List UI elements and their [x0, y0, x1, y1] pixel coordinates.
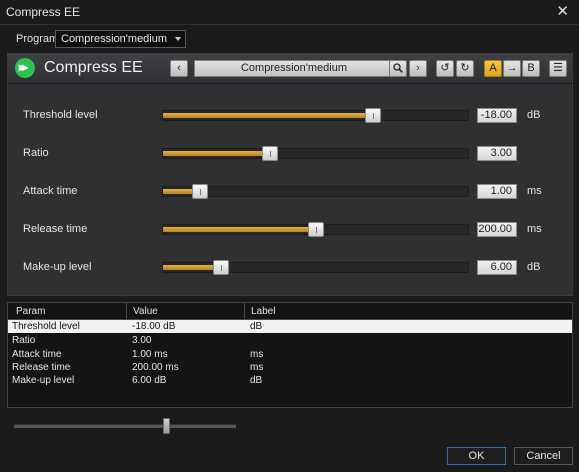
cell-value: 1.00 ms: [132, 349, 168, 360]
cell-label: dB: [250, 321, 263, 332]
cell-label: ms: [250, 349, 264, 360]
param-label: Make-up level: [23, 261, 92, 273]
cell-label: ms: [250, 362, 264, 373]
param-label: Release time: [23, 223, 88, 235]
param-unit: dB: [527, 261, 541, 273]
param-unit: dB: [527, 109, 541, 121]
arrow-right-icon: →: [506, 62, 518, 74]
bottom-slider-thumb[interactable]: [163, 418, 170, 434]
plugin-title: Compress EE: [44, 59, 143, 76]
undo-button[interactable]: ↺: [436, 60, 454, 77]
program-dropdown[interactable]: Compression'medium: [55, 30, 186, 48]
search-icon: [393, 63, 403, 73]
makeup-value-field[interactable]: 6.00: [477, 260, 517, 275]
cell-param: Make-up level: [12, 375, 75, 386]
threshold-value-field[interactable]: -18.00: [477, 108, 517, 123]
cell-param: Attack time: [12, 349, 62, 360]
menu-button[interactable]: ☰: [549, 60, 567, 77]
program-dropdown-value: Compression'medium: [61, 33, 168, 45]
attack-slider[interactable]: [162, 184, 469, 199]
cell-value: 6.00 dB: [132, 375, 167, 386]
column-header-value[interactable]: Value: [133, 306, 158, 317]
search-preset-button[interactable]: [389, 60, 407, 77]
slider-thumb[interactable]: [212, 260, 229, 275]
table-row[interactable]: Make-up level 6.00 dB dB: [8, 374, 572, 387]
previous-preset-button[interactable]: ‹: [170, 60, 188, 77]
undo-icon: ↺: [440, 62, 450, 74]
table-row[interactable]: Threshold level -18.00 dB dB: [8, 320, 572, 333]
table-row[interactable]: Ratio 3.00: [8, 334, 572, 347]
release-slider[interactable]: [162, 222, 469, 237]
table-row[interactable]: Release time 200.00 ms ms: [8, 361, 572, 374]
makeup-slider[interactable]: [162, 260, 469, 275]
preset-name-field[interactable]: Compression'medium: [194, 60, 394, 77]
slider-thumb[interactable]: [365, 108, 382, 123]
compare-a-button[interactable]: A: [484, 60, 502, 77]
param-unit: ms: [527, 223, 542, 235]
cell-param: Ratio: [12, 335, 36, 346]
param-table: Param Value Label Threshold level -18.00…: [7, 302, 573, 408]
release-value-field[interactable]: 200.00: [477, 222, 517, 237]
slider-thumb[interactable]: [191, 184, 208, 199]
param-label: Threshold level: [23, 109, 98, 121]
redo-button[interactable]: ↻: [456, 60, 474, 77]
copy-a-to-b-button[interactable]: →: [503, 60, 521, 77]
cell-value: 3.00: [132, 335, 152, 346]
hamburger-menu-icon: ☰: [553, 62, 563, 74]
cell-label: dB: [250, 375, 263, 386]
bottom-slider-track[interactable]: [14, 424, 236, 428]
compare-b-button[interactable]: B: [522, 60, 540, 77]
column-header-param[interactable]: Param: [16, 306, 45, 317]
attack-value-field[interactable]: 1.00: [477, 184, 517, 199]
ratio-slider[interactable]: [162, 146, 469, 161]
window-title: Compress EE: [6, 5, 81, 19]
redo-icon: ↻: [460, 62, 470, 74]
threshold-slider[interactable]: [162, 108, 469, 123]
slider-thumb[interactable]: [307, 222, 324, 237]
play-forward-icon: ▸▸: [15, 58, 35, 78]
cell-value: -18.00 dB: [132, 321, 176, 332]
chevron-down-icon: [175, 37, 181, 41]
cell-value: 200.00 ms: [132, 362, 179, 373]
compare-a-label: A: [489, 62, 497, 74]
plugin-header: ▸▸ Compress EE ‹ Compression'medium › ↺ …: [8, 54, 572, 84]
preset-name: Compression'medium: [240, 62, 348, 74]
chevron-left-icon: ‹: [177, 62, 181, 74]
program-label: Program: [16, 33, 59, 45]
compare-b-label: B: [527, 62, 535, 74]
slider-thumb[interactable]: [261, 146, 278, 161]
ok-button[interactable]: OK: [447, 447, 506, 465]
param-label: Ratio: [23, 147, 49, 159]
table-row[interactable]: Attack time 1.00 ms ms: [8, 348, 572, 361]
plugin-panel: ▸▸ Compress EE ‹ Compression'medium › ↺ …: [7, 53, 573, 296]
close-icon[interactable]: ✕: [556, 2, 569, 20]
param-label: Attack time: [23, 185, 78, 197]
table-header: Param Value Label: [8, 303, 572, 320]
title-bar: Compress EE ✕: [0, 0, 579, 25]
column-header-label[interactable]: Label: [251, 306, 275, 317]
ratio-value-field[interactable]: 3.00: [477, 146, 517, 161]
param-unit: ms: [527, 185, 542, 197]
next-preset-button[interactable]: ›: [409, 60, 427, 77]
cell-param: Threshold level: [12, 321, 80, 332]
cell-param: Release time: [12, 362, 71, 373]
cancel-button[interactable]: Cancel: [514, 447, 573, 465]
chevron-right-icon: ›: [416, 62, 420, 74]
